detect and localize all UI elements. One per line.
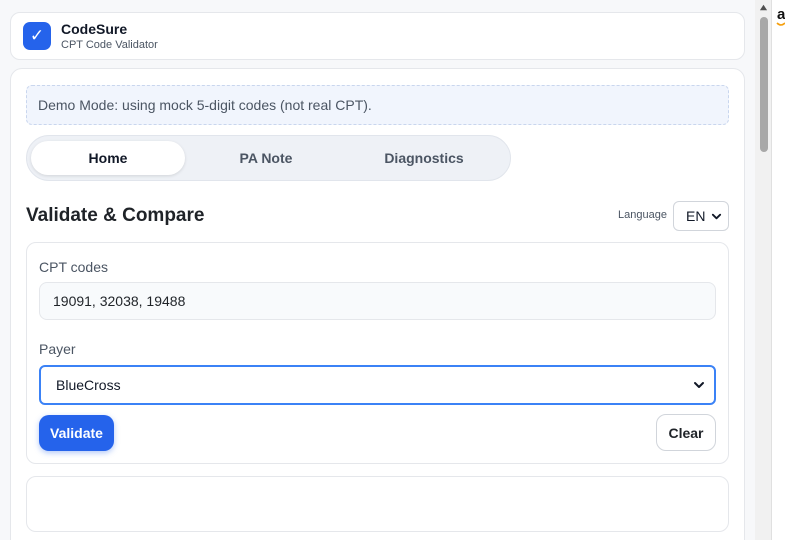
tab-pa-note[interactable]: PA Note bbox=[189, 141, 343, 175]
payer-select[interactable]: BlueCross bbox=[39, 365, 716, 405]
tab-bar: Home PA Note Diagnostics bbox=[26, 135, 511, 181]
browser-side-strip: a bbox=[773, 0, 785, 540]
section-title: Validate & Compare bbox=[26, 205, 205, 226]
chevron-down-icon bbox=[711, 213, 722, 220]
cpt-codes-label: CPT codes bbox=[39, 259, 108, 275]
app-title: CodeSure bbox=[61, 20, 128, 37]
validate-form: CPT codes 19091, 32038, 19488 Payer Blue… bbox=[26, 242, 729, 464]
language-selected-value: EN bbox=[686, 208, 706, 224]
scrollbar-thumb[interactable] bbox=[760, 17, 768, 152]
app-header: ✓ CodeSure CPT Code Validator bbox=[10, 12, 745, 60]
smile-arrow-icon bbox=[776, 22, 785, 26]
cpt-codes-value: 19091, 32038, 19488 bbox=[53, 293, 186, 309]
main-card: Demo Mode: using mock 5-digit codes (not… bbox=[10, 68, 745, 540]
app-titles: CodeSure CPT Code Validator bbox=[61, 22, 158, 51]
cpt-codes-input[interactable]: 19091, 32038, 19488 bbox=[39, 282, 716, 320]
language-label: Language bbox=[618, 209, 667, 221]
language-select[interactable]: EN bbox=[673, 201, 729, 231]
extension-panel: ✓ CodeSure CPT Code Validator Demo Mode:… bbox=[0, 0, 755, 540]
payer-label: Payer bbox=[39, 341, 76, 357]
side-logo-glyph: a bbox=[777, 6, 785, 23]
payer-selected-value: BlueCross bbox=[56, 377, 121, 393]
clear-button[interactable]: Clear bbox=[656, 414, 716, 451]
tab-home[interactable]: Home bbox=[31, 141, 185, 175]
results-area bbox=[26, 476, 729, 532]
vertical-scrollbar[interactable] bbox=[755, 0, 772, 540]
tab-diagnostics[interactable]: Diagnostics bbox=[347, 141, 501, 175]
chevron-down-icon bbox=[694, 382, 704, 388]
demo-mode-banner: Demo Mode: using mock 5-digit codes (not… bbox=[26, 85, 729, 125]
checkmark-icon: ✓ bbox=[23, 22, 51, 50]
validate-button[interactable]: Validate bbox=[39, 415, 114, 451]
app-subtitle: CPT Code Validator bbox=[61, 38, 158, 51]
scroll-up-arrow-icon[interactable] bbox=[759, 3, 768, 12]
